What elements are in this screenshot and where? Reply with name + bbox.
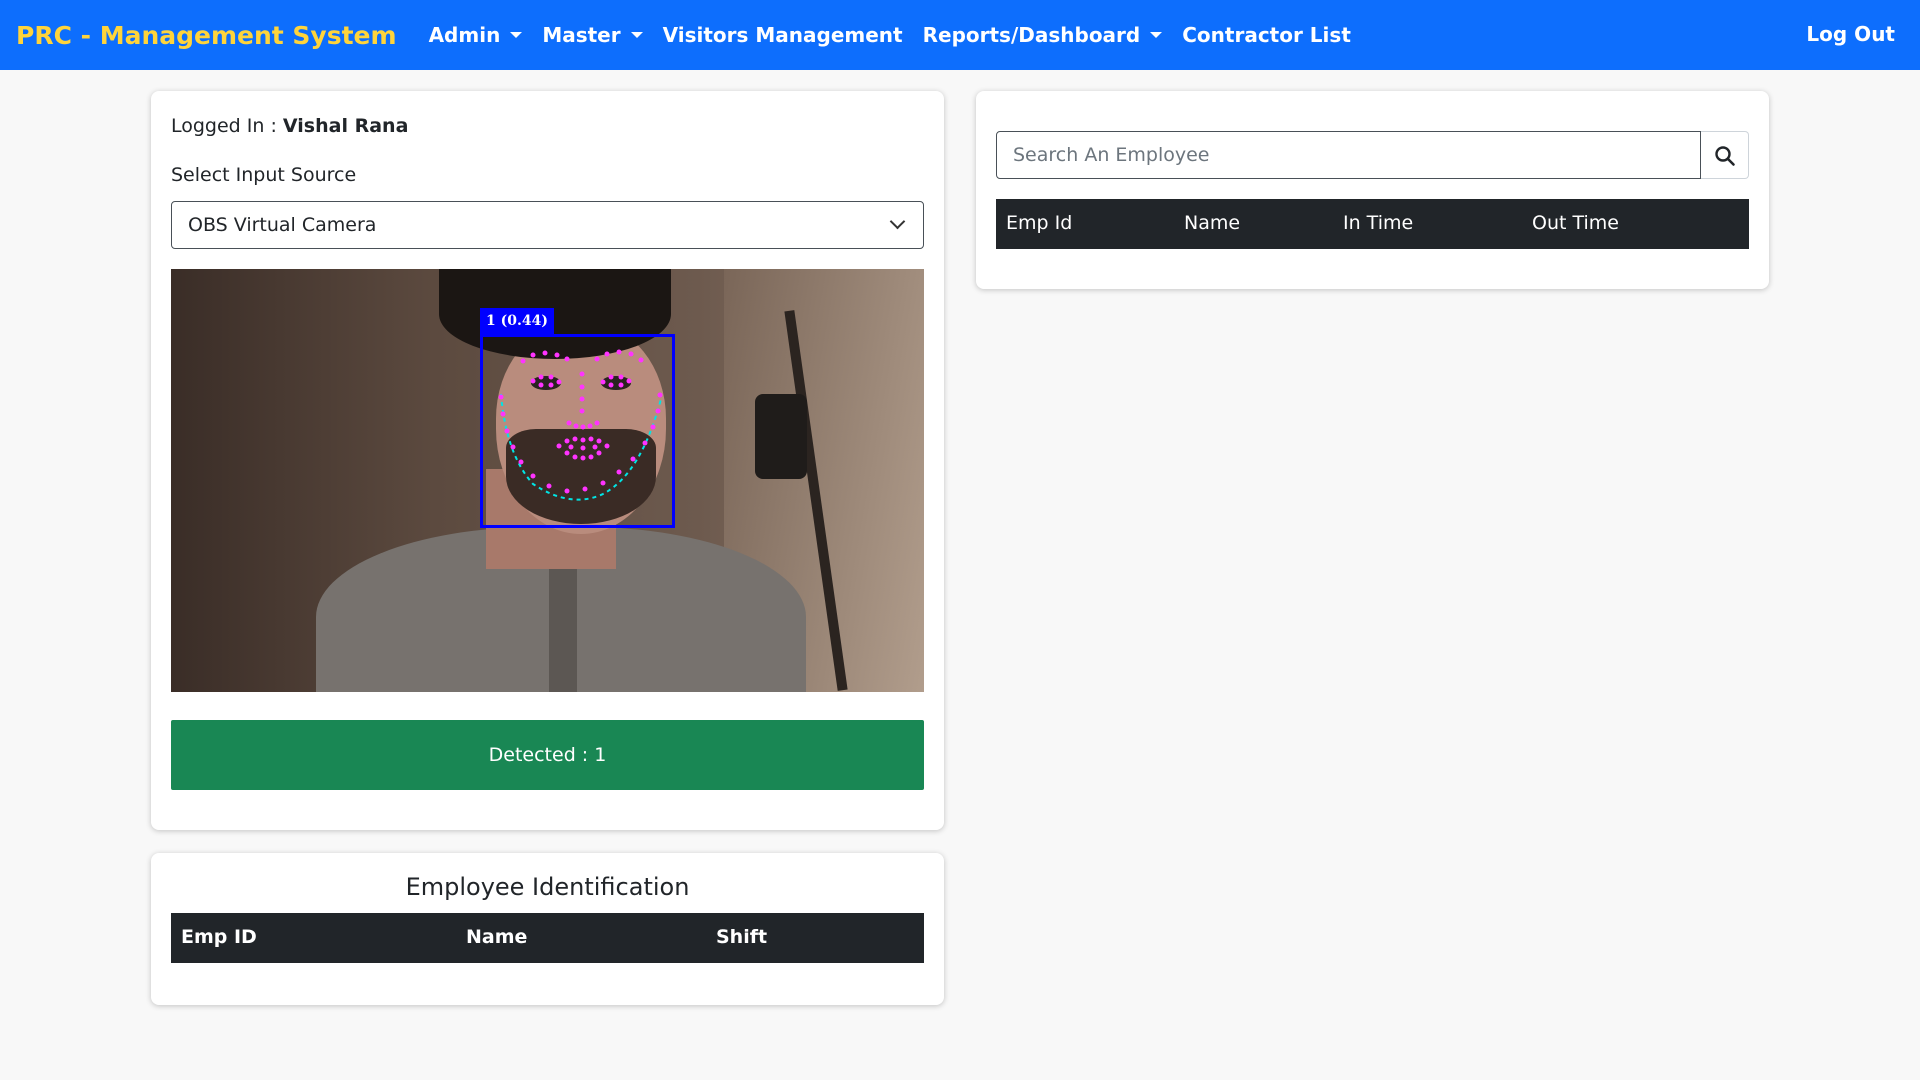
logged-in-info: Logged In : Vishal Rana [171, 115, 408, 137]
column-shift[interactable]: Shift [716, 926, 767, 948]
column-emp-id[interactable]: Emp Id [1006, 212, 1072, 234]
column-in-time[interactable]: In Time [1343, 212, 1413, 234]
nav-master-label: Master [542, 23, 621, 47]
column-emp-id[interactable]: Emp ID [181, 926, 257, 948]
nav-admin[interactable]: Admin [429, 23, 523, 47]
caret-down-icon [1150, 32, 1163, 38]
face-bounding-box [480, 334, 675, 528]
detection-confidence-label: 1 (0.44) [480, 308, 554, 334]
column-name[interactable]: Name [1184, 212, 1240, 234]
search-icon [1715, 146, 1735, 166]
nav-visitors-management[interactable]: Visitors Management [663, 23, 903, 47]
nav-reports-dashboard[interactable]: Reports/Dashboard [923, 23, 1163, 47]
input-source-select[interactable]: OBS Virtual Camera [171, 201, 924, 249]
employee-identification-card: Employee Identification Emp ID Name Shif… [151, 853, 944, 1005]
brand-title[interactable]: PRC - Management System [16, 21, 397, 50]
logged-in-label: Logged In : [171, 115, 277, 137]
nav-visitors-label: Visitors Management [662, 23, 903, 47]
nav-master[interactable]: Master [542, 23, 643, 47]
caret-down-icon [510, 32, 523, 38]
camera-card: Logged In : Vishal Rana Select Input Sou… [151, 91, 944, 830]
employee-search-card: Emp Id Name In Time Out Time [976, 91, 1769, 289]
logout-link[interactable]: Log Out [1806, 22, 1895, 46]
column-name[interactable]: Name [466, 926, 527, 948]
input-source-label: Select Input Source [171, 164, 357, 186]
nav-reports-label: Reports/Dashboard [922, 23, 1141, 47]
employee-search-input[interactable] [996, 131, 1701, 179]
nav-admin-label: Admin [428, 23, 501, 47]
column-out-time[interactable]: Out Time [1532, 212, 1619, 234]
input-source-value: OBS Virtual Camera [188, 214, 377, 236]
top-navbar: PRC - Management System Admin Master Vis… [0, 0, 1920, 70]
identification-table-header: Emp ID Name Shift [171, 913, 924, 963]
search-button[interactable] [1701, 131, 1749, 179]
nav-contractor-label: Contractor List [1182, 23, 1351, 47]
camera-feed: 1 (0.44) [171, 269, 924, 692]
caret-down-icon [630, 32, 643, 38]
detected-status-bar: Detected : 1 [171, 720, 924, 790]
employee-table-header: Emp Id Name In Time Out Time [996, 199, 1749, 249]
identification-title: Employee Identification [405, 873, 690, 901]
logged-in-user: Vishal Rana [282, 115, 409, 137]
chevron-down-icon [889, 213, 906, 230]
nav-contractor-list[interactable]: Contractor List [1182, 23, 1351, 47]
